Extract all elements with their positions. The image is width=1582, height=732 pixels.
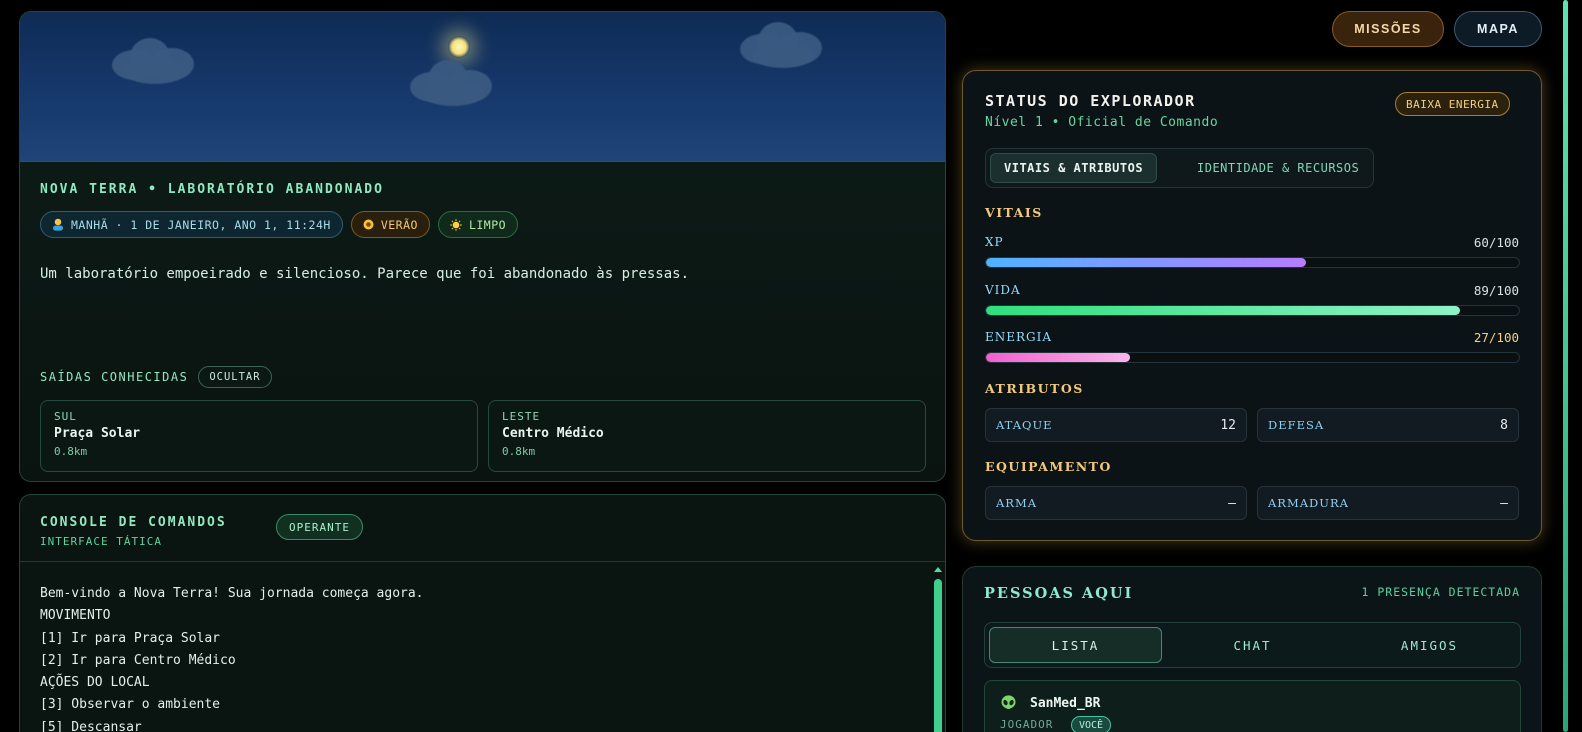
sun-icon [448, 36, 470, 58]
exit-name: Praça Solar [54, 426, 141, 441]
equipment-key: ARMA [996, 496, 1038, 510]
attribute-key: DEFESA [1268, 418, 1325, 432]
health-label: VIDA [985, 283, 1021, 297]
exit-distance: 0.8km [54, 445, 88, 458]
xp-label: XP [985, 235, 1004, 249]
you-badge: VOCÊ [1071, 716, 1112, 732]
time-chip: MANHÃ · 1 DE JANEIRO, ANO 1, 11:24H [40, 211, 343, 238]
log-line: Bem-vindo a Nova Terra! Sua jornada come… [40, 586, 424, 601]
location-description: Um laboratório empoeirado e silencioso. … [40, 266, 690, 282]
log-section: AÇÕES DO LOCAL [40, 675, 150, 691]
divider [20, 561, 945, 562]
attributes-heading: ATRIBUTOS [985, 381, 1084, 396]
health-bar-fill [986, 306, 1461, 315]
page-scrollbar[interactable] [1563, 0, 1568, 732]
exit-direction: SUL [54, 410, 77, 423]
sky-scene [20, 12, 945, 162]
command-option[interactable]: [2] Ir para Centro Médico [40, 650, 424, 672]
energy-bar-fill [986, 353, 1130, 362]
exit-card-south[interactable]: SUL Praça Solar 0.8km [40, 400, 478, 472]
hide-exits-button[interactable]: OCULTAR [198, 366, 272, 388]
equipment-value: – [1500, 495, 1508, 511]
exit-distance: 0.8km [502, 445, 536, 458]
vitals-heading: VITAIS [985, 205, 1043, 220]
low-energy-badge: BAIXA ENERGIA [1395, 92, 1510, 116]
weather-chip: LIMPO [437, 211, 519, 238]
sun-icon [450, 218, 462, 231]
defense-attribute: DEFESA 8 [1257, 408, 1519, 442]
location-title: NOVA TERRA • LABORATÓRIO ABANDONADO [40, 182, 384, 197]
health-value: 89/100 [1473, 283, 1519, 298]
exit-direction: LESTE [502, 410, 541, 423]
person-role: JOGADOR [1000, 718, 1054, 731]
command-option[interactable]: [3] Observar o ambiente [40, 694, 424, 716]
person-name: SanMed_BR [1030, 696, 1101, 711]
equipment-key: ARMADURA [1268, 496, 1349, 510]
xp-bar-fill [986, 258, 1306, 267]
time-label: MANHÃ · 1 DE JANEIRO, ANO 1, 11:24H [71, 217, 331, 232]
tab-friends[interactable]: AMIGOS [1343, 627, 1516, 663]
console-log: Bem-vindo a Nova Terra! Sua jornada come… [40, 583, 424, 732]
exits-header: SAÍDAS CONHECIDAS OCULTAR [40, 366, 272, 388]
exit-card-east[interactable]: LESTE Centro Médico 0.8km [488, 400, 926, 472]
season-chip: VERÃO [350, 211, 430, 238]
console-status-badge: OPERANTE [276, 514, 363, 540]
people-tabs: LISTA CHAT AMIGOS [984, 622, 1521, 668]
health-bar [985, 305, 1520, 316]
tab-identity-resources[interactable]: IDENTIDADE & RECURSOS [1184, 153, 1372, 183]
tab-vitals-attributes[interactable]: VITAIS & ATRIBUTOS [990, 153, 1158, 183]
presence-count: 1 PRESENÇA DETECTADA [1361, 585, 1520, 599]
people-title: PESSOAS AQUI [984, 585, 1134, 602]
explorer-status-panel: STATUS DO EXPLORADOR Nível 1 • Oficial d… [962, 70, 1542, 541]
armor-slot[interactable]: ARMADURA – [1257, 486, 1519, 520]
energy-label: ENERGIA [985, 330, 1053, 344]
console-subtitle: INTERFACE TÁTICA [40, 535, 162, 548]
command-option[interactable]: [1] Ir para Praça Solar [40, 628, 424, 650]
location-chips: MANHÃ · 1 DE JANEIRO, ANO 1, 11:24H VERÃ… [40, 211, 519, 238]
person-list-item[interactable]: SanMed_BR JOGADOR VOCÊ [984, 680, 1521, 732]
equipment-value: – [1228, 495, 1236, 511]
log-section: MOVIMENTO [40, 608, 111, 624]
map-button[interactable]: MAPA [1454, 11, 1542, 47]
scroll-up-arrow-icon[interactable] [934, 567, 942, 572]
attribute-value: 8 [1500, 417, 1508, 433]
exit-name: Centro Médico [502, 426, 604, 441]
xp-value: 60/100 [1473, 235, 1519, 250]
equipment-heading: EQUIPAMENTO [985, 459, 1112, 474]
person-icon [53, 218, 63, 231]
command-console: CONSOLE DE COMANDOS INTERFACE TÁTICA OPE… [19, 494, 946, 732]
location-card: NOVA TERRA • LABORATÓRIO ABANDONADO MANH… [19, 11, 946, 482]
attack-attribute: ATAQUE 12 [985, 408, 1247, 442]
tab-chat[interactable]: CHAT [1166, 627, 1339, 663]
status-subtitle: Nível 1 • Oficial de Comando [985, 115, 1219, 130]
attribute-key: ATAQUE [996, 418, 1053, 432]
missions-button[interactable]: MISSÕES [1332, 11, 1444, 47]
season-label: VERÃO [380, 217, 418, 232]
weapon-slot[interactable]: ARMA – [985, 486, 1247, 520]
people-here-panel: PESSOAS AQUI 1 PRESENÇA DETECTADA LISTA … [962, 566, 1542, 732]
console-scrollbar[interactable] [934, 579, 942, 732]
command-option[interactable]: [5] Descansar [40, 717, 424, 732]
attribute-value: 12 [1220, 417, 1236, 433]
sunflower-icon [363, 219, 374, 230]
status-tabs: VITAIS & ATRIBUTOS IDENTIDADE & RECURSOS [985, 148, 1374, 188]
weather-label: LIMPO [468, 217, 507, 232]
energy-value: 27/100 [1473, 330, 1519, 345]
energy-bar [985, 352, 1520, 363]
console-title: CONSOLE DE COMANDOS [40, 515, 227, 530]
alien-icon [1001, 695, 1016, 709]
status-title: STATUS DO EXPLORADOR [985, 92, 1196, 110]
tab-list[interactable]: LISTA [989, 627, 1162, 663]
exits-title: SAÍDAS CONHECIDAS [40, 370, 189, 384]
xp-bar [985, 257, 1520, 268]
location-body: NOVA TERRA • LABORATÓRIO ABANDONADO MANH… [20, 162, 945, 481]
